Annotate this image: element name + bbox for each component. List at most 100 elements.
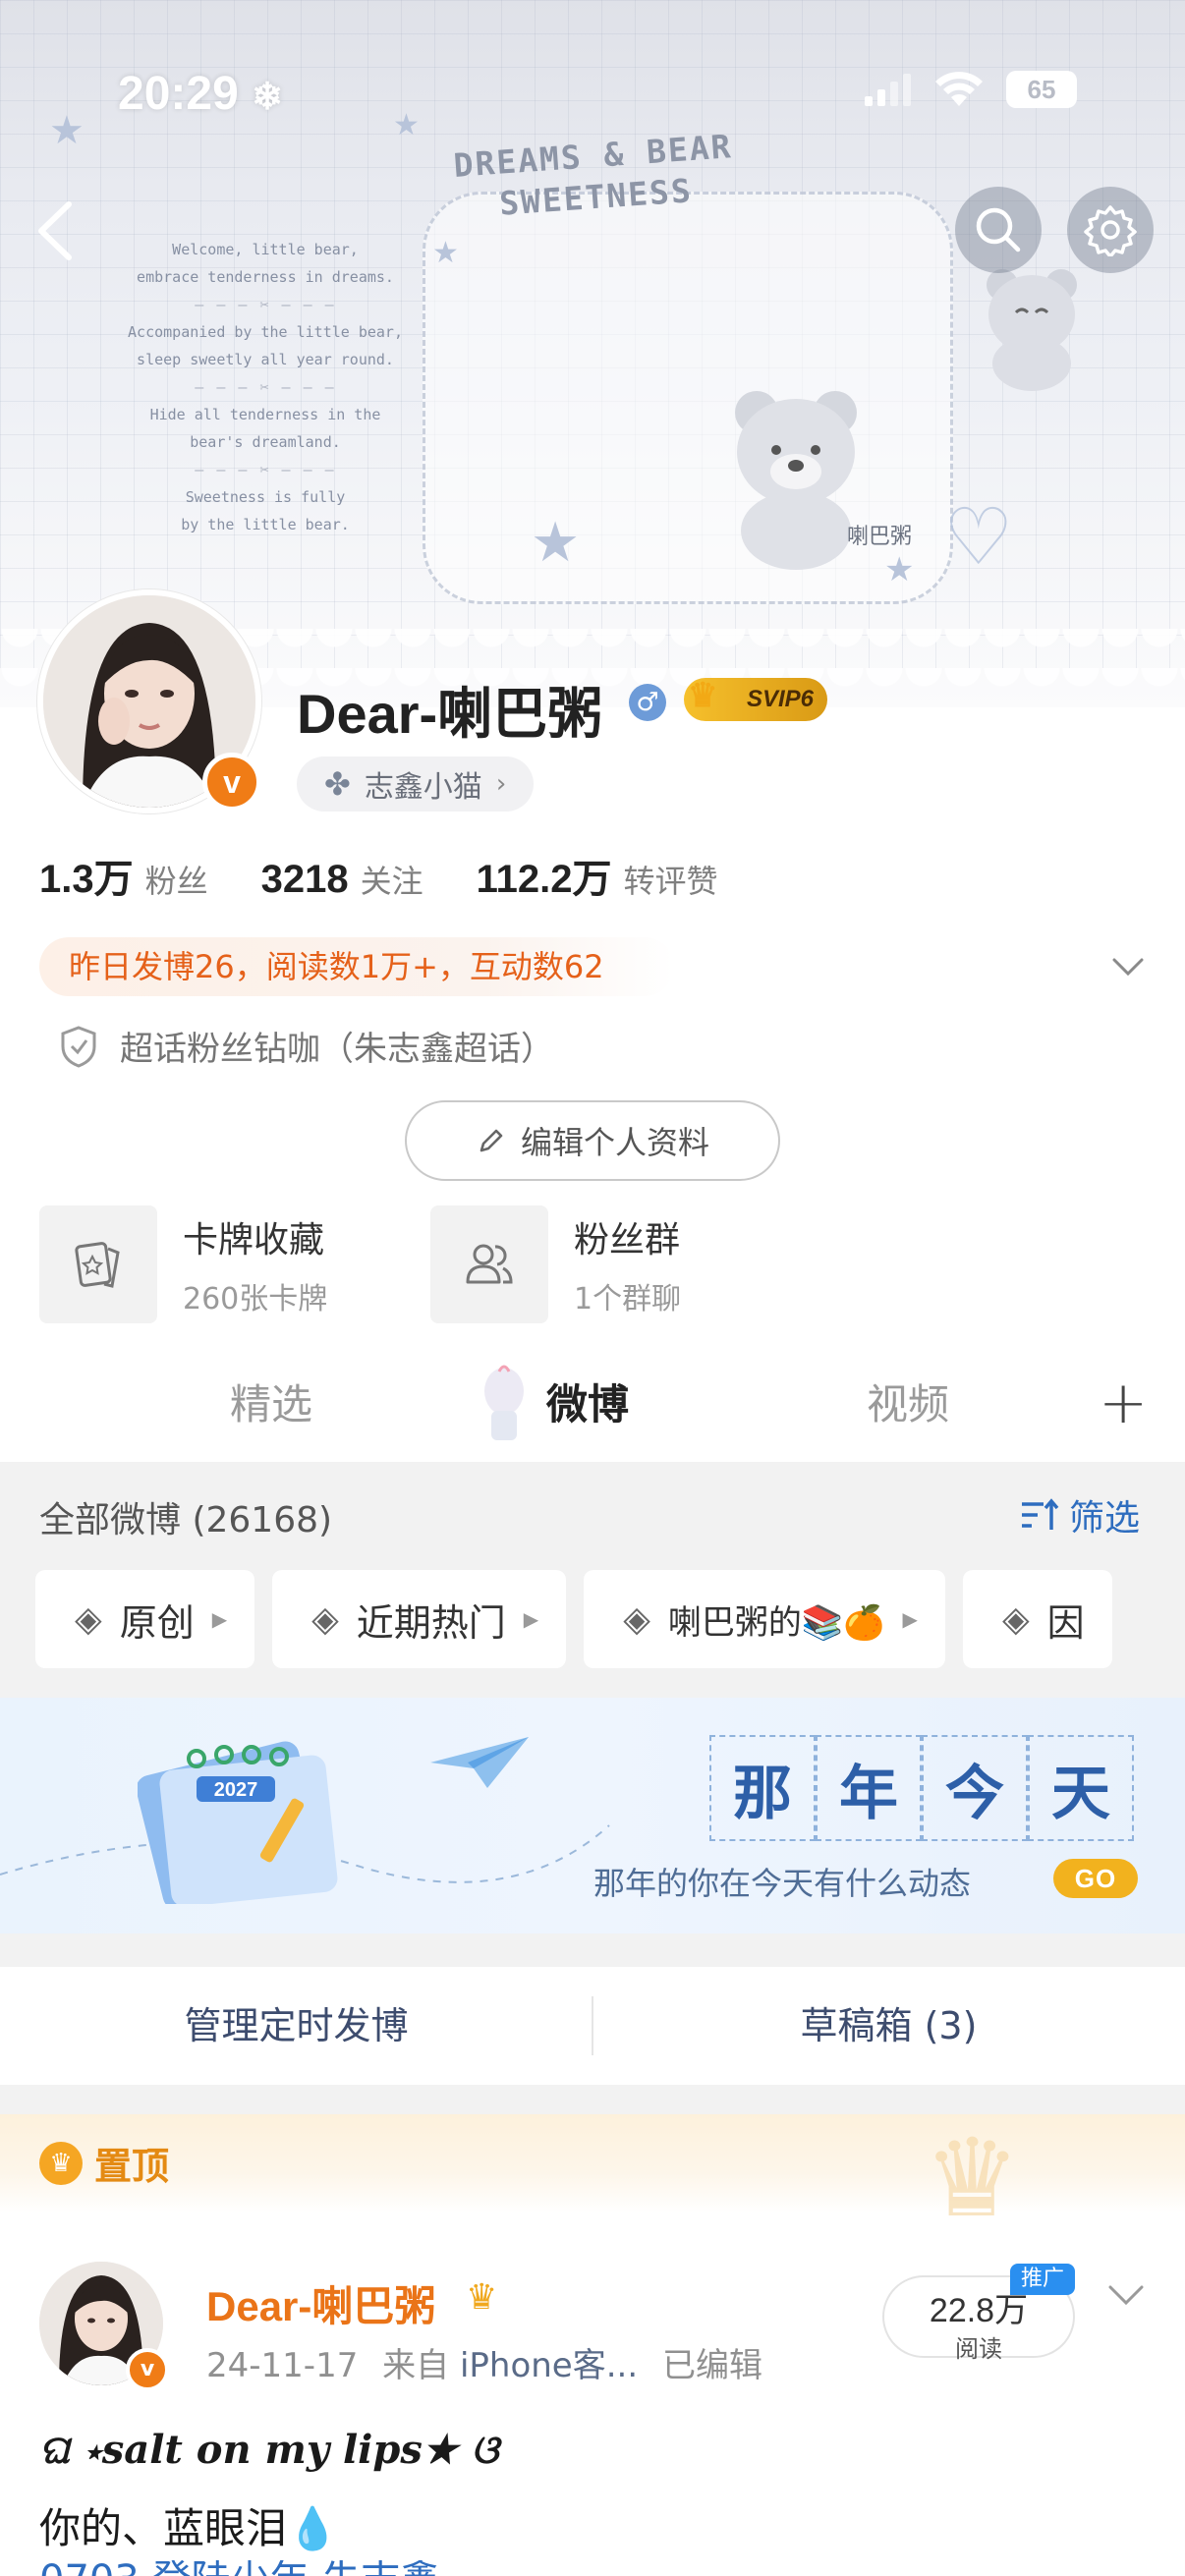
chip-label: 喇巴粥的📚🍊 (667, 1602, 885, 1643)
stat-followers[interactable]: 1.3万 粉丝 (39, 847, 208, 904)
chip-original[interactable]: ◈ 原创 ▶ (35, 1570, 255, 1668)
post-source-prefix: 来自 (382, 2346, 450, 2385)
post-meta: 24-11-17 来自 iPhone客... 已编辑 (206, 2338, 762, 2386)
verified-badge: v (202, 753, 261, 812)
tab-decoration-icon (484, 1365, 524, 1440)
layers-icon: ◈ (311, 1598, 339, 1640)
status-time-text: 20:29 (118, 68, 239, 120)
section-gap (0, 1933, 1185, 1967)
card-icon (75, 1242, 120, 1288)
poem-line: embrace tenderness in dreams. (137, 268, 394, 286)
stat-label: 转评赞 (623, 863, 718, 900)
chip-recent-hot[interactable]: ◈ 近期热门 ▶ (272, 1570, 567, 1668)
profile-stats: 1.3万 粉丝 3218 关注 112.2万 转评赞 (39, 847, 771, 904)
scheduled-posts-button[interactable]: 管理定时发博 (0, 1967, 592, 2085)
post-author-name[interactable]: Dear-喇巴粥 (206, 2273, 435, 2333)
post-edited: 已编辑 (661, 2346, 762, 2385)
status-time: 20:29 ❄ (118, 67, 283, 121)
all-weibo-count: 全部微博 (26168) (39, 1500, 333, 1540)
stat-number: 3218 (260, 858, 349, 901)
chao-tag-pill[interactable]: ✤ 志鑫小猫 › (297, 756, 535, 812)
yesterday-summary[interactable]: 昨日发博26，阅读数1万+，互动数62 (39, 937, 674, 996)
on-this-day-banner[interactable]: 2027 那 年 今 天 那年的你在今天有什么动态 GO (0, 1698, 1185, 1933)
title-char: 天 (1028, 1735, 1134, 1841)
draft-actions: 管理定时发博 草稿箱 (3) (0, 1967, 1185, 2085)
heart-icon: ♡ (943, 491, 1014, 583)
tab-weibo[interactable]: 微博 (546, 1372, 629, 1431)
post-source[interactable]: iPhone客... (460, 2346, 638, 2385)
chip-custom-group[interactable]: ◈ 喇巴粥的📚🍊 ▶ (584, 1570, 945, 1668)
poem-line: Sweetness is fully (185, 488, 346, 506)
poem-line: Accompanied by the little bear, (128, 323, 403, 341)
stat-following[interactable]: 3218 关注 (261, 857, 423, 902)
card-subtitle: 1个群聊 (574, 1282, 682, 1316)
layers-icon: ◈ (623, 1598, 650, 1640)
calendar-icon: 2027 (138, 1741, 338, 1904)
drafts-button[interactable]: 草稿箱 (3) (592, 1967, 1185, 2085)
shield-icon (61, 1025, 96, 1068)
card-collection[interactable]: 卡牌收藏 260张卡牌 (39, 1204, 373, 1324)
edit-profile-button[interactable]: 编辑个人资料 (405, 1100, 780, 1181)
star-icon: ★ (884, 550, 915, 589)
banner-sticker-text: 喇巴粥 (847, 525, 913, 549)
fan-group-icon-box (430, 1205, 548, 1323)
triangle-right-icon: ▶ (902, 1607, 918, 1631)
chip-label: 原创 (119, 1600, 195, 1645)
group-icon (466, 1244, 513, 1284)
stat-interactions[interactable]: 112.2万 转评赞 (477, 847, 718, 904)
filter-icon (1021, 1498, 1059, 1530)
super-topic-row[interactable]: 超话粉丝钻咖（朱志鑫超话） (59, 1022, 554, 1070)
post-text-line-cut[interactable]: 0703 登陆少年 朱志鑫 (39, 2560, 550, 2576)
gear-icon (1084, 205, 1137, 256)
card-title: 卡牌收藏 (183, 1220, 325, 1260)
svip-badge[interactable]: ♛ SVIP6 (684, 677, 827, 721)
search-icon (976, 207, 1021, 252)
search-button[interactable] (955, 187, 1042, 273)
poem-line: sleep sweetly all year round. (137, 351, 394, 368)
settings-button[interactable] (1067, 187, 1154, 273)
profile-username: Dear-喇巴粥 (297, 683, 603, 745)
title-char: 今 (922, 1735, 1028, 1841)
fan-group-text: 粉丝群 1个群聊 (574, 1211, 681, 1317)
triangle-right-icon: ▶ (523, 1607, 539, 1631)
post-date: 24-11-17 (206, 2346, 359, 2385)
chevron-down-icon[interactable] (1110, 949, 1146, 984)
fan-group[interactable]: 粉丝群 1个群聊 (430, 1204, 764, 1324)
add-tab-icon[interactable]: + (1099, 1373, 1148, 1432)
title-char: 年 (816, 1735, 922, 1841)
battery-indicator: 65 (1006, 71, 1077, 108)
tab-video[interactable]: 视频 (867, 1372, 949, 1431)
crown-icon: ♛ (688, 677, 718, 714)
poem-line: by the little bear. (181, 516, 350, 533)
tab-featured[interactable]: 精选 (230, 1372, 312, 1431)
on-this-day-subtitle: 那年的你在今天有什么动态 (593, 1865, 972, 1902)
title-char: 那 (709, 1735, 816, 1841)
svip-label: SVIP6 (746, 686, 814, 712)
star-icon: ★ (432, 236, 459, 270)
signal-icon (865, 74, 911, 106)
crown-decoration-icon: ♛ (924, 2115, 1021, 2241)
pinned-header: ♛ 置顶 ♛ (0, 2114, 1185, 2232)
chevron-right-icon: › (495, 769, 507, 799)
post-text-line: 你的、蓝眼泪💧 (39, 2504, 339, 2552)
card-collection-icon-box (39, 1205, 157, 1323)
wifi-icon (935, 72, 983, 106)
chip-more[interactable]: ◈ 因 (962, 1570, 1112, 1668)
promote-badge[interactable]: 推广 (1010, 2264, 1075, 2295)
back-arrow-icon[interactable] (26, 196, 85, 265)
poem-line: bear's dreamland. (190, 433, 341, 451)
feed-filter-area: 全部微博 (26168) 筛选 ◈ 原创 ▶ ◈ 近期热门 ▶ ◈ 喇巴粥的📚🍊… (0, 1462, 1185, 1698)
vip-crown-icon: ♛ (466, 2277, 498, 2318)
pinned-label: ♛ 置顶 (39, 2136, 169, 2190)
stat-number: 1.3万 (39, 858, 134, 901)
bear-illustration (987, 269, 1077, 391)
feed-chips: ◈ 原创 ▶ ◈ 近期热门 ▶ ◈ 喇巴粥的📚🍊 ▶ ◈ 因 (35, 1570, 1112, 1668)
filter-label: 筛选 (1068, 1498, 1140, 1539)
post-text-line: ଘ ⋆salt on my lips★ ଓ (39, 2427, 499, 2473)
go-button[interactable]: GO (1053, 1859, 1138, 1898)
chevron-down-icon[interactable] (1106, 2277, 1146, 2313)
filter-button[interactable]: 筛选 (1020, 1489, 1140, 1540)
card-subtitle: 260张卡牌 (183, 1282, 328, 1316)
male-gender-icon: ♂ (629, 684, 666, 721)
layers-icon: ◈ (75, 1598, 102, 1640)
